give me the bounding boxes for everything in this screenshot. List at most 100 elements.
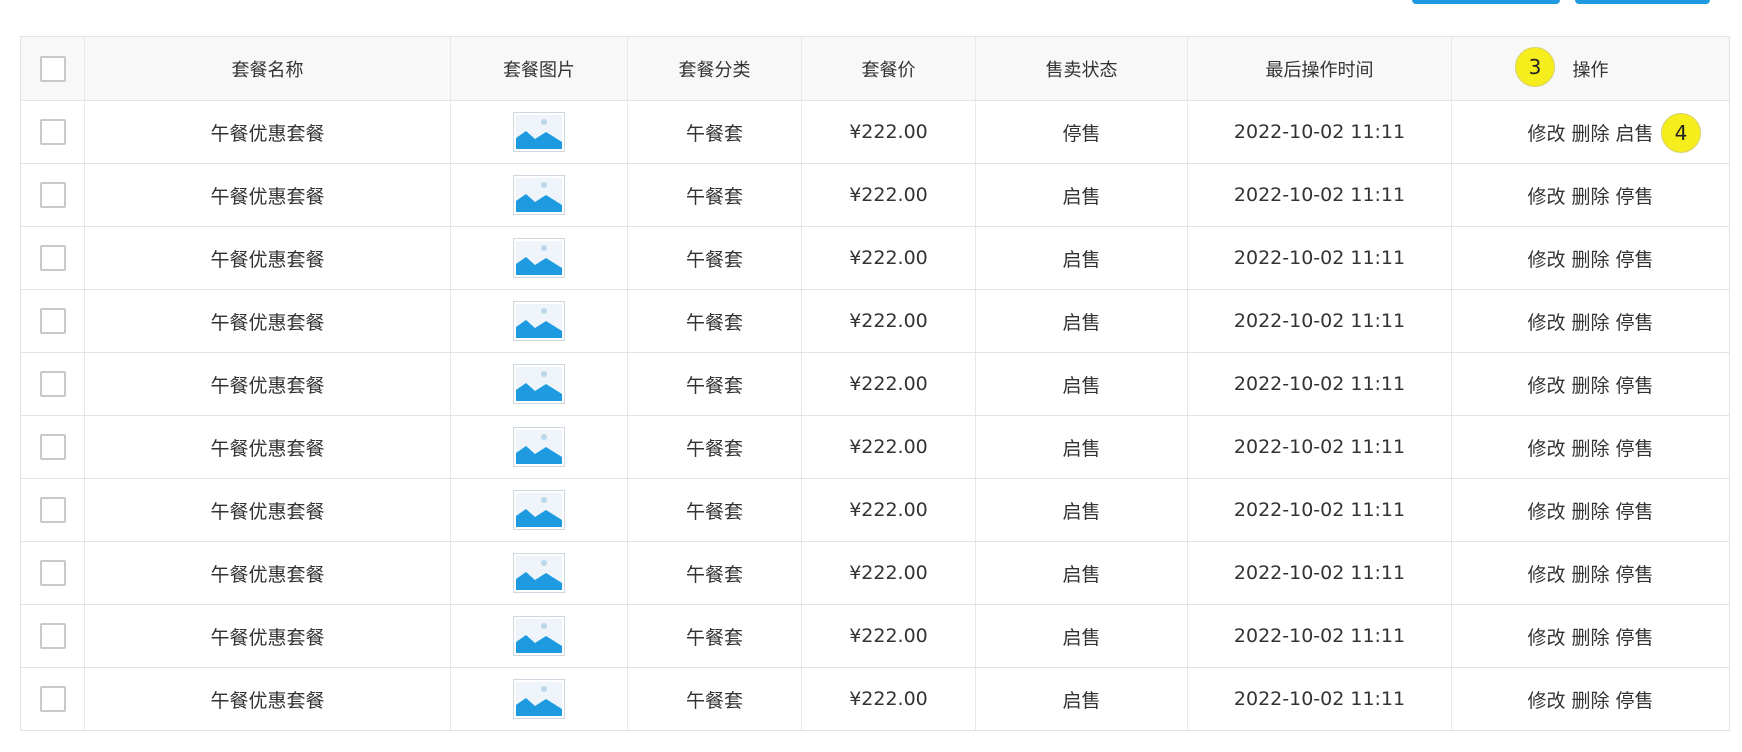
edit-link[interactable]: 修改 [1527,560,1565,587]
header-updated: 最后操作时间 [1187,37,1451,100]
edit-link[interactable]: 修改 [1527,119,1565,146]
content-panel: 套餐名称 套餐图片 套餐分类 套餐价 售卖状态 最后操作时间 操作 午餐优惠套餐… [0,0,1742,752]
meal-price: ¥222.00 [801,290,975,352]
edit-link[interactable]: 修改 [1527,308,1565,335]
row-checkbox[interactable] [39,182,66,208]
delete-link[interactable]: 删除 [1571,308,1609,335]
meal-price: ¥222.00 [801,605,975,667]
meal-name: 午餐优惠套餐 [84,290,450,352]
header-category: 套餐分类 [627,37,801,100]
meal-updated: 2022-10-02 11:11 [1187,227,1451,289]
meal-status: 启售 [975,416,1187,478]
meal-name: 午餐优惠套餐 [84,605,450,667]
header-status: 售卖状态 [975,37,1187,100]
meal-name: 午餐优惠套餐 [84,101,450,163]
image-placeholder-icon[interactable] [513,553,565,593]
delete-link[interactable]: 删除 [1571,119,1609,146]
toolbar-button-1[interactable] [1412,0,1560,4]
table-row: 午餐优惠套餐 午餐套 ¥222.00 启售 2022-10-02 11:11 修改 删除 停售 [21,352,1729,415]
toggle-sale-link[interactable]: 停售 [1616,686,1654,713]
table-row: 午餐优惠套餐 午餐套 ¥222.00 启售 2022-10-02 11:11 修改 删除 停售 [21,478,1729,541]
delete-link[interactable]: 删除 [1571,560,1609,587]
image-placeholder-icon[interactable] [513,112,565,152]
delete-link[interactable]: 删除 [1571,434,1609,461]
image-placeholder-icon[interactable] [513,238,565,278]
meal-price: ¥222.00 [801,101,975,163]
meal-image-cell [450,227,627,289]
edit-link[interactable]: 修改 [1527,686,1565,713]
meal-category: 午餐套 [627,227,801,289]
row-select-cell [21,290,84,352]
toggle-sale-link[interactable]: 停售 [1616,497,1654,524]
meal-price: ¥222.00 [801,227,975,289]
meal-actions: 修改 删除 停售 [1451,416,1729,478]
header-select-cell [21,37,84,100]
meal-image-cell [450,416,627,478]
row-checkbox[interactable] [39,560,66,586]
row-checkbox[interactable] [39,623,66,649]
image-placeholder-icon[interactable] [513,427,565,467]
delete-link[interactable]: 删除 [1571,623,1609,650]
meal-status: 停售 [975,101,1187,163]
meal-category: 午餐套 [627,164,801,226]
delete-link[interactable]: 删除 [1571,371,1609,398]
meal-category: 午餐套 [627,605,801,667]
header-price: 套餐价 [801,37,975,100]
image-placeholder-icon[interactable] [513,364,565,404]
meal-actions: 修改 删除 停售 [1451,542,1729,604]
toggle-sale-link[interactable]: 启售 [1616,119,1654,146]
row-checkbox[interactable] [39,245,66,271]
delete-link[interactable]: 删除 [1571,497,1609,524]
meal-actions: 修改 删除 停售 [1451,290,1729,352]
table-row: 午餐优惠套餐 午餐套 ¥222.00 启售 2022-10-02 11:11 修改 删除 停售 [21,667,1729,730]
meal-actions: 修改 删除 停售 [1451,353,1729,415]
row-checkbox[interactable] [39,686,66,712]
image-placeholder-icon[interactable] [513,175,565,215]
meal-updated: 2022-10-02 11:11 [1187,290,1451,352]
meal-updated: 2022-10-02 11:11 [1187,605,1451,667]
edit-link[interactable]: 修改 [1527,623,1565,650]
meal-status: 启售 [975,605,1187,667]
toggle-sale-link[interactable]: 停售 [1616,182,1654,209]
meal-category: 午餐套 [627,101,801,163]
image-placeholder-icon[interactable] [513,490,565,530]
toggle-sale-link[interactable]: 停售 [1616,434,1654,461]
row-checkbox[interactable] [39,119,66,145]
meal-category: 午餐套 [627,290,801,352]
delete-link[interactable]: 删除 [1571,245,1609,272]
edit-link[interactable]: 修改 [1527,434,1565,461]
table-row: 午餐优惠套餐 午餐套 ¥222.00 启售 2022-10-02 11:11 修改 删除 停售 [21,604,1729,667]
toggle-sale-link[interactable]: 停售 [1616,371,1654,398]
toolbar-button-2[interactable] [1575,0,1710,4]
meal-status: 启售 [975,668,1187,730]
meal-updated: 2022-10-02 11:11 [1187,164,1451,226]
delete-link[interactable]: 删除 [1571,686,1609,713]
image-placeholder-icon[interactable] [513,679,565,719]
meal-status: 启售 [975,227,1187,289]
meal-image-cell [450,164,627,226]
select-all-checkbox[interactable] [39,55,66,82]
delete-link[interactable]: 删除 [1571,182,1609,209]
row-checkbox[interactable] [39,434,66,460]
row-checkbox[interactable] [39,497,66,523]
meal-actions: 修改 删除 停售 [1451,668,1729,730]
edit-link[interactable]: 修改 [1527,371,1565,398]
meal-updated: 2022-10-02 11:11 [1187,542,1451,604]
meal-price: ¥222.00 [801,542,975,604]
meal-price: ¥222.00 [801,353,975,415]
table-body: 午餐优惠套餐 午餐套 ¥222.00 停售 2022-10-02 11:11 修改 删除 启售… [21,100,1729,730]
header-name: 套餐名称 [84,37,450,100]
toggle-sale-link[interactable]: 停售 [1616,623,1654,650]
edit-link[interactable]: 修改 [1527,245,1565,272]
row-checkbox[interactable] [39,308,66,334]
toggle-sale-link[interactable]: 停售 [1616,245,1654,272]
edit-link[interactable]: 修改 [1527,182,1565,209]
toggle-sale-link[interactable]: 停售 [1616,560,1654,587]
row-checkbox[interactable] [39,371,66,397]
edit-link[interactable]: 修改 [1527,497,1565,524]
toggle-sale-link[interactable]: 停售 [1616,308,1654,335]
meal-updated: 2022-10-02 11:11 [1187,668,1451,730]
meal-actions: 修改 删除 停售 [1451,479,1729,541]
image-placeholder-icon[interactable] [513,301,565,341]
image-placeholder-icon[interactable] [513,616,565,656]
